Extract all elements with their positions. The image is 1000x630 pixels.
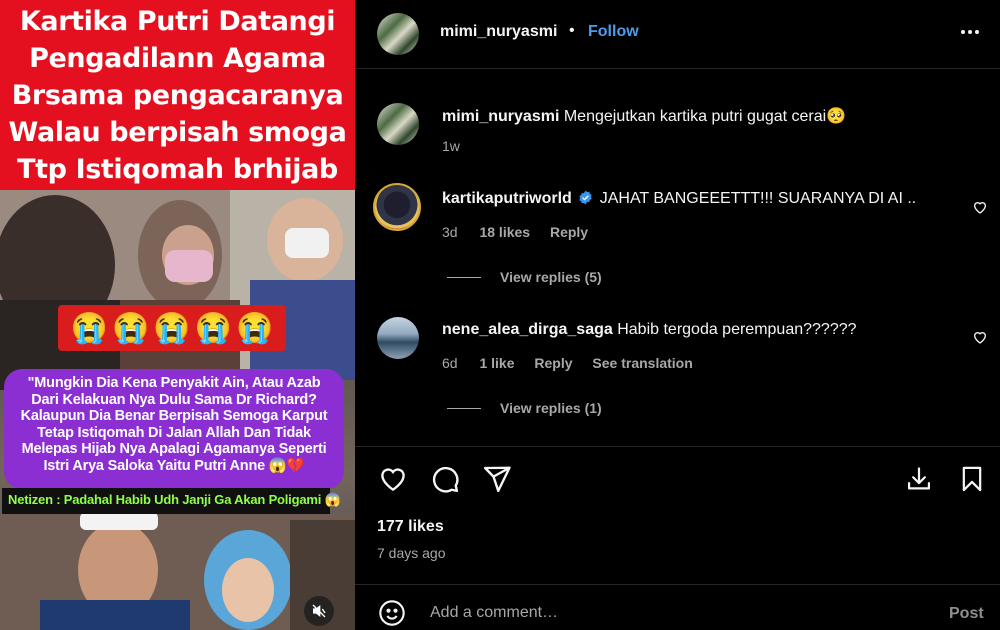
comment-text: Habib tergoda perempuan?????? [617, 321, 857, 338]
comment-row: kartikaputriworld JAHAT BANGEEETTT!!! SU… [442, 190, 916, 208]
comment-text: JAHAT BANGEEETTT!!! SUARANYA DI AI .. [599, 190, 917, 207]
headline-line: Walau berpisah smoga [8, 116, 347, 148]
quote-line: Melepas Hijab Nya Apalagi Agamanya Seper… [21, 441, 327, 457]
comment-meta: 6d 1 like Reply See translation [442, 355, 693, 371]
commenter-avatar[interactable] [373, 183, 421, 231]
save-button[interactable] [956, 463, 988, 495]
comment-time: 3d [442, 224, 458, 240]
caption-time: 1w [442, 138, 460, 154]
more-dot [968, 30, 972, 34]
caption-username[interactable]: mimi_nuryasmi [442, 108, 559, 125]
caption-text: Mengejutkan kartika putri gugat cerai🥺 [563, 108, 847, 125]
quote-line: Tetap Istiqomah Di Jalan Allah Dan Tidak [37, 424, 311, 441]
header-divider [355, 68, 1000, 69]
like-comment-heart-icon[interactable] [972, 199, 988, 215]
more-dot [975, 30, 979, 34]
quote-line: Kalaupun Dia Benar Berpisah Semoga Karpu… [20, 408, 328, 424]
post-details-panel: mimi_nuryasmi • Follow mimi_nuryasmi Men… [355, 0, 1000, 630]
add-comment-input[interactable] [430, 604, 900, 622]
see-translation-button[interactable]: See translation [592, 355, 692, 371]
more-options-button[interactable] [955, 18, 985, 46]
comment-bubble-icon [432, 466, 459, 493]
headline-line: Ttp Istiqomah brhijab [17, 153, 338, 185]
caption-row: mimi_nuryasmi Mengejutkan kartika putri … [442, 106, 846, 126]
reply-button[interactable]: Reply [550, 224, 588, 240]
comment-likes[interactable]: 1 like [479, 355, 514, 371]
bookmark-icon [962, 466, 982, 492]
separator-dot: • [569, 22, 575, 39]
actions-divider [355, 446, 1000, 447]
quote-line: Istri Arya Saloka Yaitu Putri Anne 😱💔 [43, 457, 305, 474]
emoji-picker-button[interactable] [377, 598, 407, 628]
comment-username[interactable]: nene_alea_dirga_saga [442, 321, 613, 338]
view-replies-button[interactable]: View replies (1) [447, 400, 602, 416]
download-button[interactable] [903, 463, 935, 495]
comment-likes[interactable]: 18 likes [479, 224, 530, 240]
heart-icon [381, 468, 405, 492]
author-avatar[interactable] [377, 13, 419, 55]
input-divider [355, 584, 1000, 585]
mute-button[interactable] [304, 596, 334, 626]
comment-button[interactable] [429, 463, 461, 495]
headline-line: Pengadilann Agama [29, 42, 326, 74]
headline-line: Brsama pengacaranya [11, 79, 344, 111]
download-icon [907, 467, 931, 490]
comment-time: 6d [442, 355, 458, 371]
comment-username[interactable]: kartikaputriworld [442, 190, 572, 207]
smiley-face-icon [379, 600, 405, 626]
netizen-caption-box: Netizen : Padahal Habib Udh Janji Ga Aka… [2, 488, 341, 514]
caption-avatar[interactable] [377, 103, 419, 145]
view-replies-label: View replies (1) [500, 400, 602, 416]
view-replies-label: View replies (5) [500, 269, 602, 285]
comment-meta: 3d 18 likes Reply [442, 224, 588, 240]
more-horizontal-icon [961, 30, 965, 34]
replies-line [447, 276, 481, 278]
commenter-avatar[interactable] [377, 317, 419, 359]
verified-badge-icon [579, 190, 592, 205]
netizen-caption: Netizen : Padahal Habib Udh Janji Ga Aka… [8, 492, 341, 507]
comment-row: nene_alea_dirga_saga Habib tergoda perem… [442, 321, 857, 339]
view-replies-button[interactable]: View replies (5) [447, 269, 602, 285]
quote-bubble: "Mungkin Dia Kena Penyakit Ain, Atau Aza… [4, 369, 344, 489]
reply-button[interactable]: Reply [534, 355, 572, 371]
crying-emoji-icon: 😭 [111, 311, 150, 345]
replies-line [447, 407, 481, 409]
quote-line: Dari Kelakuan Nya Dulu Sama Dr Richard? [31, 391, 317, 408]
like-button[interactable] [377, 463, 409, 495]
follow-button[interactable]: Follow [588, 23, 639, 41]
quote-line: "Mungkin Dia Kena Penyakit Ain, Atau Aza… [27, 375, 321, 391]
crying-emoji-icon: 😭 [194, 311, 233, 345]
headline-line: Kartika Putri Datangi [19, 5, 336, 37]
like-comment-heart-icon[interactable] [972, 329, 988, 345]
likes-count[interactable]: 177 likes [377, 518, 444, 536]
share-button[interactable] [481, 463, 513, 495]
crying-emoji-icon: 😭 [153, 311, 191, 345]
speaker-muted-icon [312, 604, 326, 618]
crying-emoji-strip: 😭 😭 😭 😭 😭 [58, 305, 286, 351]
send-paper-plane-icon [483, 466, 511, 493]
crying-emoji-icon: 😭 [70, 311, 108, 345]
post-time: 7 days ago [377, 545, 446, 561]
headline-banner: Kartika Putri Datangi Pengadilann Agama … [0, 0, 355, 190]
author-username[interactable]: mimi_nuryasmi [440, 23, 557, 41]
crying-emoji-icon: 😭 [236, 311, 274, 345]
post-comment-button[interactable]: Post [949, 605, 984, 623]
post-media[interactable]: Kartika Putri Datangi Pengadilann Agama … [0, 0, 355, 630]
